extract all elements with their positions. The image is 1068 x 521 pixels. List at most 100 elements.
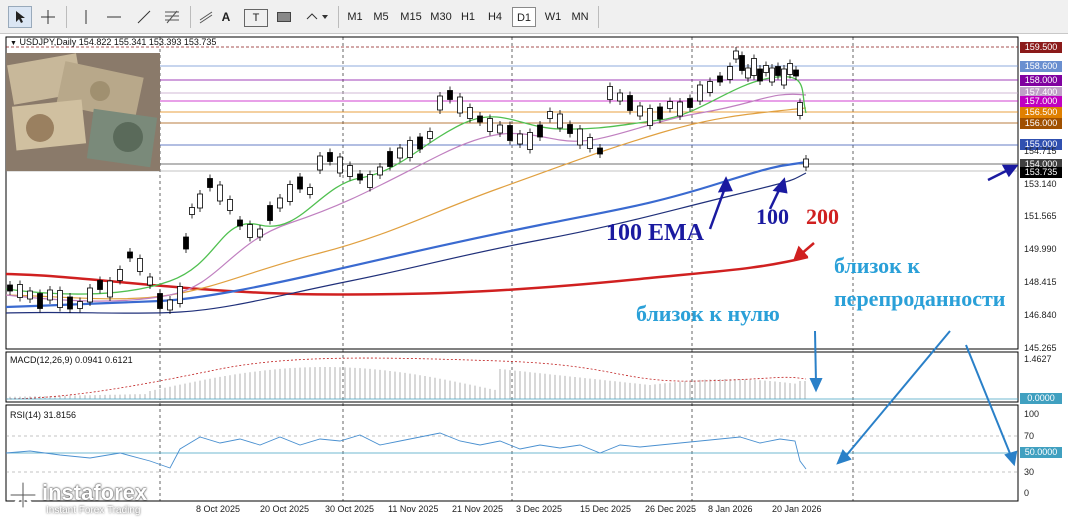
timeframe-h1[interactable]: H1: [458, 7, 478, 27]
annotation-100: 100: [756, 204, 789, 229]
label-icon[interactable]: T: [244, 9, 268, 27]
candle-body: [247, 224, 253, 238]
candle-body: [257, 228, 263, 238]
trendline-icon[interactable]: [132, 6, 156, 28]
price-axis-label: 149.990: [1024, 244, 1057, 254]
candle-body: [347, 165, 353, 177]
candle-body: [137, 258, 143, 272]
price-axis-label: 145.265: [1024, 343, 1057, 353]
candle-body: [197, 193, 203, 209]
candle-body: [427, 131, 433, 139]
rsi-axis-label: 70: [1024, 431, 1035, 441]
candle-body: [745, 67, 751, 79]
candle-body: [87, 287, 93, 303]
candle-body: [377, 166, 383, 176]
date-axis-label: 20 Oct 2025: [260, 504, 310, 514]
candle-body: [497, 124, 503, 134]
candle-body: [267, 205, 273, 221]
price-tag: 156.500: [1020, 107, 1062, 118]
timeframe-m30[interactable]: M30: [428, 7, 454, 27]
candle-body: [557, 113, 563, 129]
timeframe-w1[interactable]: W1: [542, 7, 564, 27]
candle-body: [733, 50, 739, 60]
candle-body: [117, 269, 123, 281]
annotation-oversold-line1: близок к: [834, 253, 921, 278]
candle-body: [617, 92, 623, 102]
candle-body: [17, 284, 23, 298]
candle-body: [677, 101, 683, 117]
horizontal-line-icon[interactable]: [102, 6, 126, 28]
timeframe-h4[interactable]: H4: [484, 7, 506, 27]
vertical-line-icon[interactable]: [76, 6, 96, 28]
price-tag: 158.000: [1020, 75, 1062, 86]
candle-body: [587, 137, 593, 149]
candle-body: [657, 106, 663, 120]
candle-body: [739, 55, 745, 71]
candle-body: [307, 187, 313, 195]
timeframe-m15[interactable]: M15: [398, 7, 424, 27]
price-axis-label: 154.715: [1024, 146, 1057, 156]
candle-body: [237, 219, 243, 227]
candle-body: [437, 95, 443, 111]
timeframe-mn[interactable]: MN: [568, 7, 592, 27]
date-axis-label: 8 Oct 2025: [196, 504, 241, 514]
rectangle-icon[interactable]: [272, 6, 296, 28]
date-axis-label: 8 Jan 2026: [708, 504, 753, 514]
cursor-icon[interactable]: [8, 6, 32, 28]
candle-body: [763, 65, 769, 73]
timeframe-d1[interactable]: D1: [512, 7, 536, 27]
candle-body: [687, 98, 693, 108]
candle-body: [397, 147, 403, 159]
candle-body: [637, 105, 643, 117]
money-image: [6, 53, 160, 171]
candle-body: [507, 125, 513, 141]
date-axis-label: 3 Dec 2025: [516, 504, 563, 514]
crosshair-icon[interactable]: [36, 6, 60, 28]
date-axis-label: 20 Jan 2026: [772, 504, 822, 514]
macd-header: MACD(12,26,9) 0.0941 0.6121: [10, 355, 133, 365]
date-axis-label: 26 Dec 2025: [645, 504, 697, 514]
candle-body: [793, 69, 799, 77]
date-axis-label: 30 Oct 2025: [325, 504, 375, 514]
date-axis-label: 21 Nov 2025: [452, 504, 504, 514]
logo-brand: instaforex: [42, 480, 148, 505]
candle-body: [667, 101, 673, 109]
candle-body: [769, 67, 775, 83]
text-icon[interactable]: A: [214, 6, 238, 28]
rsi-level-tag: 50.0000: [1020, 447, 1062, 458]
candle-body: [707, 81, 713, 93]
chart-window[interactable]: ▼ USDJPY,Daily 154.822 155.341 153.393 1…: [0, 33, 1068, 521]
shapes-dropdown-icon[interactable]: [302, 6, 332, 28]
candle-body: [227, 199, 233, 211]
candle-body: [727, 66, 733, 80]
candle-body: [597, 147, 603, 155]
candle-body: [317, 155, 323, 171]
candle-body: [567, 124, 573, 134]
candle-body: [627, 95, 633, 111]
candle-body: [27, 290, 33, 300]
price-axis-label: 153.140: [1024, 179, 1057, 189]
candle-body: [757, 68, 763, 82]
price-tag: 159.500: [1020, 42, 1062, 53]
candle-body: [157, 293, 163, 309]
candle-body: [457, 96, 463, 114]
candle-body: [297, 176, 303, 190]
candle-body: [67, 296, 73, 310]
candle-body: [37, 293, 43, 309]
candle-body: [107, 280, 113, 298]
candle-body: [167, 299, 173, 311]
candle-body: [287, 184, 293, 202]
fibonacci-icon[interactable]: [160, 6, 184, 28]
candle-body: [527, 132, 533, 150]
timeframe-m5[interactable]: M5: [370, 7, 392, 27]
candle-body: [467, 107, 473, 119]
price-axis-label: 146.840: [1024, 310, 1057, 320]
annotation-near-zero: близок к нулю: [636, 301, 780, 326]
timeframe-m1[interactable]: M1: [344, 7, 366, 27]
rsi-axis-label: 30: [1024, 467, 1035, 477]
macd-panel: [5, 351, 1019, 403]
candle-body: [7, 284, 13, 292]
candle-body: [447, 90, 453, 100]
rsi-axis-label: 0: [1024, 488, 1030, 498]
candle-body: [127, 251, 133, 259]
